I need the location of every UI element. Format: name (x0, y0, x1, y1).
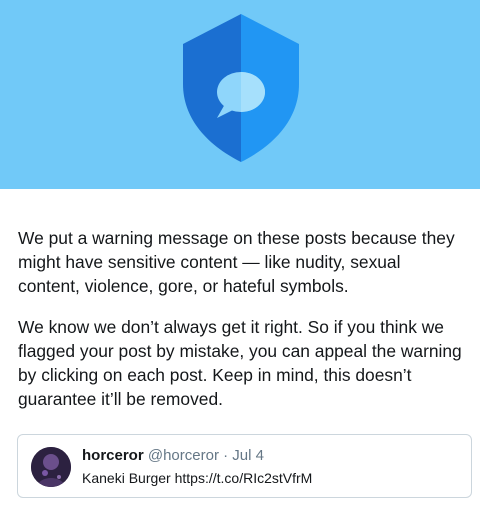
tweet-header: horceror @horceror · Jul 4 (82, 447, 264, 465)
user-avatar-icon (31, 447, 71, 487)
explanation-text: We put a warning message on these posts … (0, 189, 480, 411)
separator-dot: · (223, 447, 229, 464)
author-name[interactable]: horceror (82, 447, 144, 464)
appeal-explanation-paragraph: We know we don’t always get it right. So… (18, 317, 462, 409)
flagged-tweet-card[interactable]: horceror @horceror · Jul 4 Kaneki Burger… (17, 434, 472, 498)
hero-banner (0, 0, 480, 189)
shield-speech-bubble-icon (183, 14, 299, 162)
tweet-date[interactable]: Jul 4 (232, 447, 264, 464)
warning-explanation-paragraph: We put a warning message on these posts … (18, 228, 455, 296)
avatar[interactable] (31, 447, 71, 487)
author-handle[interactable]: @horceror (148, 447, 219, 464)
tweet-text: Kaneki Burger https://t.co/RIc2stVfrM (82, 470, 313, 486)
